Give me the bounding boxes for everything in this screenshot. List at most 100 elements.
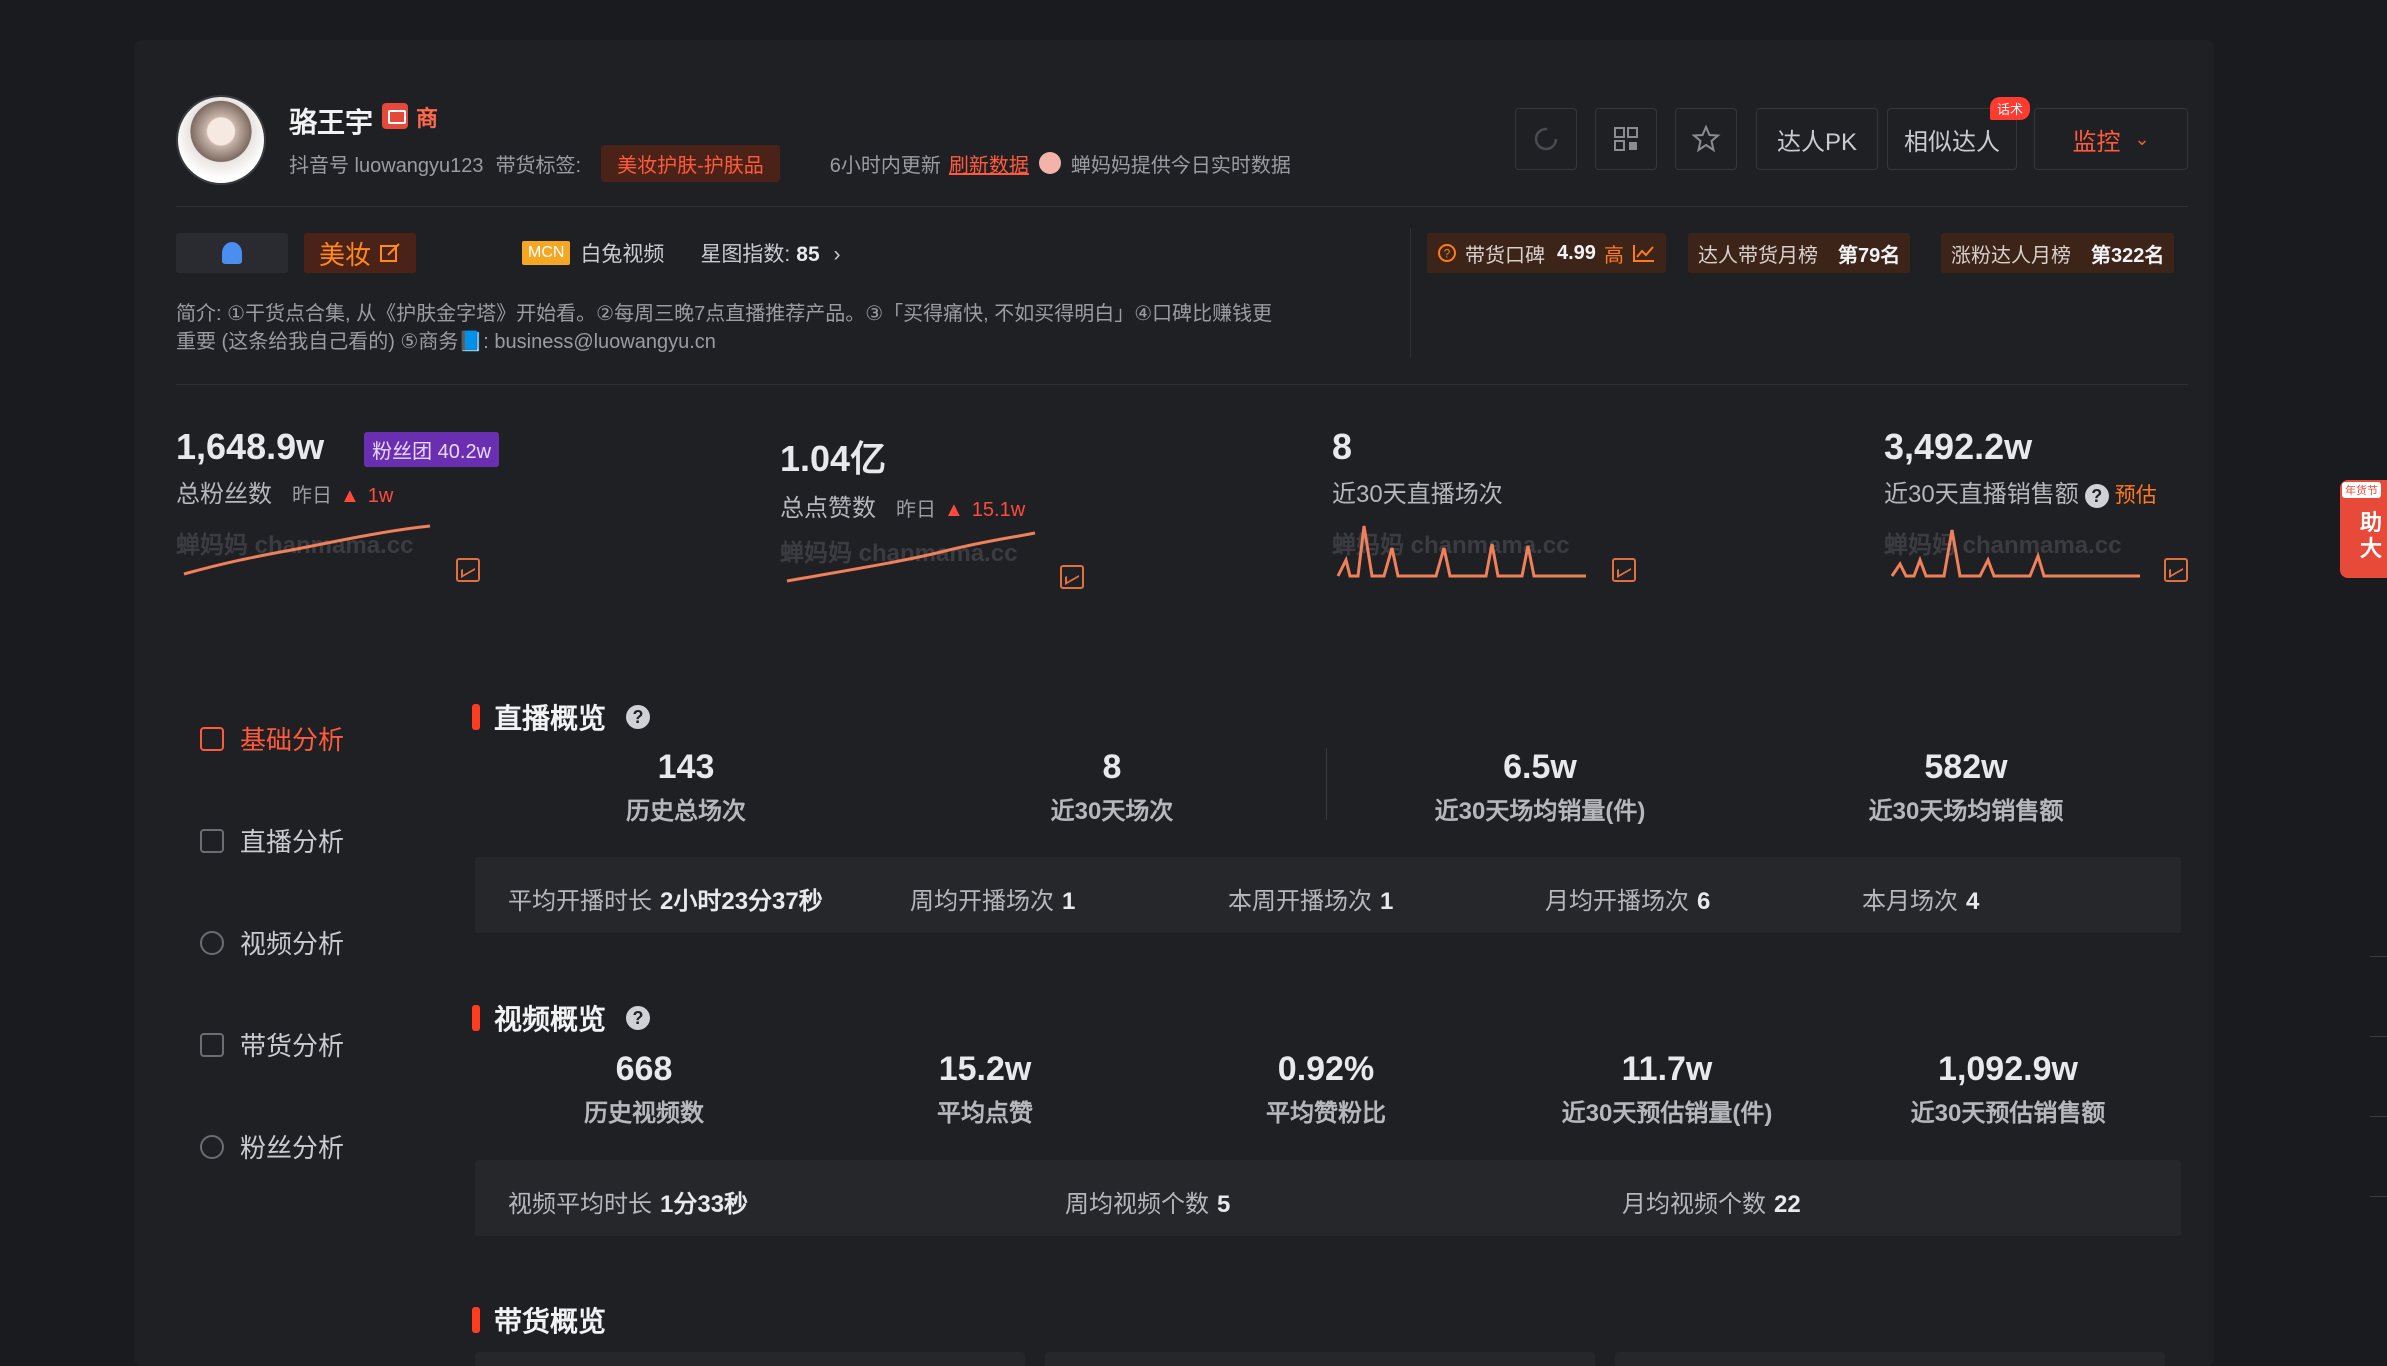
bio-line-2: 重要 (这条给我自己看的) ⑤商务📘: business@luowangyu.c… [176,331,716,353]
section-title: 视频概览 [494,1004,607,1035]
stat-live-sales: 3,492.2w 近30天直播销售额? 预估 [1884,426,2157,509]
stat-lives: 8 近30天直播场次 [1332,426,1503,509]
kpi-label: 近30天场次 [1050,798,1174,825]
sub-label: 平均开播时长 [508,888,652,915]
live-sub-stats: 平均开播时长 2小时23分37秒 周均开播场次 1 本周开播场次 1 月均开播场次 6 … [475,857,2181,933]
sub-label: 月均视频个数 [1622,1191,1766,1218]
lives-value: 8 [1332,426,1353,467]
bag-icon [200,1032,224,1057]
user-icon [200,1134,224,1159]
live-badge-icon [382,103,408,129]
likes-sparkline [786,531,1036,583]
person-tag[interactable] [176,233,288,273]
sidebar-item-label: 基础分析 [240,725,345,755]
fans-rank-label: 涨粉达人月榜 [1951,244,2071,267]
kpi-like-fan-ratio: 0.92% 平均赞粉比 [1156,1050,1496,1128]
sub-stat: 月均开播场次 6 [1545,881,1710,916]
monitor-button[interactable]: 监控 ⌄ [2034,108,2188,170]
divider [2370,1196,2387,1197]
live-sales-label: 近30天直播销售额 [1884,481,2079,508]
goods-card [1615,1352,2165,1366]
refresh-icon-button[interactable] [1515,108,1577,170]
stat-likes: 1.04亿 总点赞数 昨日 ▲ 15.1w [780,430,1025,523]
sidebar-item-video[interactable]: 视频分析 [200,924,344,961]
chevron-down-icon: ⌄ [2134,128,2150,149]
sidebar-item-goods[interactable]: 带货分析 [200,1026,344,1063]
sales-rank-value: 第79名 [1838,244,1901,267]
kpi-avg-volume: 6.5w 近30天场均销量(件) [1380,748,1700,826]
star-index[interactable]: 星图指数: 85 › [700,238,840,268]
sidebar-item-basic[interactable]: 基础分析 [200,720,344,757]
kpi-value: 11.7w [1621,1050,1713,1088]
influencer-name: 骆王宇 [289,107,374,138]
category-tag[interactable]: 美妆护肤-护肤品 [601,144,780,182]
likes-value: 1.04亿 [780,438,887,479]
mcn-name[interactable]: 白兔视频 [580,238,664,268]
sales-rank-pill[interactable]: 达人带货月榜 第79名 [1688,233,1911,273]
sub-stat: 周均视频个数 5 [1065,1184,1230,1219]
sub-label: 周均开播场次 [910,888,1054,915]
lives-label: 近30天直播场次 [1332,481,1503,508]
fans-rank-pill[interactable]: 涨粉达人月榜 第322名 [1941,233,2175,273]
sub-stat: 平均开播时长 2小时23分37秒 [508,881,823,916]
trend-chart-button[interactable] [1612,558,1636,582]
sub-value: 2小时23分37秒 [660,888,823,915]
reputation-pill[interactable]: ? 带货口碑 4.99 高 [1427,233,1666,273]
kpi-value: 0.92% [1277,1050,1375,1088]
kpi-value: 1,092.9w [1938,1050,2078,1088]
avatar[interactable] [176,95,266,185]
kpi-avg-sales: 582w 近30天场均销售额 [1806,748,2126,826]
fans-club-badge[interactable]: 粉丝团 40.2w [364,431,500,467]
help-icon[interactable]: ? [2084,483,2109,508]
video-sub-stats: 视频平均时长 1分33秒 周均视频个数 5 月均视频个数 22 [475,1160,2181,1236]
realtime-text: 蝉妈妈提供今日实时数据 [1070,154,1291,177]
kpi-label: 平均赞粉比 [1266,1100,1386,1127]
festival-tag: 年货节 [2342,482,2381,498]
trend-chart-button[interactable] [1060,565,1084,589]
trend-icon [1632,245,1654,262]
sub-stat: 周均开播场次 1 [910,881,1075,916]
edit-icon [380,243,400,262]
kpi-value: 15.2w [938,1050,1032,1088]
bio-line-1: 简介: ①干货点合集, 从《护肤金字塔》开始看。②每周三晚7点直播推荐产品。③「… [176,303,1273,325]
divider [2370,956,2387,957]
refresh-data-link[interactable]: 刷新数据 [949,149,1029,178]
up-arrow-icon: ▲ [944,499,964,521]
kpi-divider [1326,748,1327,820]
sidebar-item-fans[interactable]: 粉丝分析 [200,1128,344,1165]
qrcode-button[interactable] [1595,108,1657,170]
sub-stat: 本周开播场次 1 [1228,881,1393,916]
up-arrow-icon: ▲ [340,485,360,507]
category-button[interactable]: 美妆 [304,233,416,273]
sub-stat: 月均视频个数 22 [1622,1184,1801,1219]
section-marker [472,704,480,730]
kpi-est-sales: 1,092.9w 近30天预估销售额 [1838,1050,2178,1128]
monitor-label: 监控 [2072,128,2121,156]
sidebar-item-live[interactable]: 直播分析 [200,822,344,859]
fans-value: 1,648.9w [176,426,325,467]
favorite-button[interactable] [1675,108,1737,170]
trend-chart-button[interactable] [456,558,480,582]
sub-value: 5 [1217,1191,1231,1218]
help-icon[interactable]: ? [626,705,651,729]
star-icon [1691,124,1721,153]
sub-value: 1分33秒 [660,1191,749,1218]
mcn-logo: MCN [522,241,571,265]
kpi-value: 668 [615,1050,673,1088]
pk-button[interactable]: 达人PK [1756,108,1878,170]
svg-text:?: ? [1444,247,1451,261]
fans-sparkline [183,524,431,576]
section-video-overview: 视频概览 ? [472,998,651,1038]
kpi-value: 6.5w [1503,748,1577,786]
sidebar-item-label: 粉丝分析 [240,1133,345,1163]
trend-chart-button[interactable] [2164,558,2188,582]
category-label: 美妆 [318,239,371,270]
sub-value: 4 [1966,888,1980,915]
fans-delta: 1w [367,485,394,507]
live-sales-value: 3,492.2w [1884,426,2033,467]
festival-helper-button[interactable]: 年货节 助大 [2340,480,2387,578]
bar-chart-icon [200,726,224,751]
help-icon[interactable]: ? [626,1006,651,1030]
play-icon [200,930,224,955]
profile-subline: 抖音号 luowangyu123 带货标签: 美妆护肤-护肤品 6小时内更新 刷… [289,144,1291,182]
